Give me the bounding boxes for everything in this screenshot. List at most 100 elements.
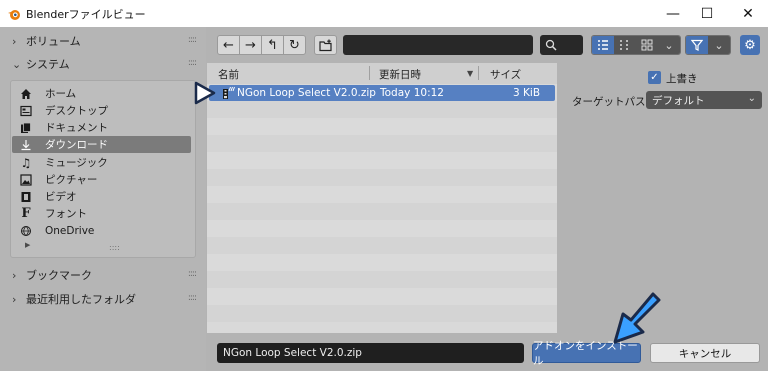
column-separator[interactable] — [478, 66, 479, 80]
file-name: NGon Loop Select V2.0.zip — [237, 87, 376, 99]
chevron-right-icon: › — [12, 292, 17, 306]
parent-directory-button[interactable]: ↰ — [261, 35, 284, 55]
recent-header[interactable]: › 最近利用したフォルダ :::: — [0, 288, 206, 310]
pictures-icon — [19, 173, 33, 187]
chevron-down-icon: ⌄ — [12, 57, 22, 71]
recent-label: 最近利用したフォルダ — [26, 293, 136, 306]
grip-icon[interactable]: :::: — [188, 35, 197, 45]
new-folder-button[interactable] — [314, 35, 337, 55]
sidebar-item-downloads[interactable]: ダウンロード — [12, 136, 191, 153]
expand-triangle-icon[interactable]: ▶ — [25, 241, 30, 249]
thumbnail-icon — [641, 39, 653, 51]
file-size: 3 KiB — [513, 87, 541, 99]
sidebar-item-label: ホーム — [45, 88, 77, 100]
column-date[interactable]: 更新日時 — [379, 67, 421, 82]
zip-file-icon — [223, 86, 235, 99]
file-list-header: 名前 更新日時 ▼ サイズ — [207, 63, 557, 84]
sidebar-item-fonts[interactable]: F フォント — [12, 205, 191, 222]
grip-icon[interactable]: :::: — [188, 293, 197, 303]
list-view-horizontal-button[interactable] — [614, 36, 636, 54]
sidebar-item-onedrive[interactable]: OneDrive — [12, 222, 191, 239]
annotation-arrow-down-left-icon — [613, 292, 661, 344]
forward-button[interactable]: → — [239, 35, 262, 55]
system-label: システム — [26, 58, 70, 71]
close-button[interactable]: ✕ — [728, 0, 768, 27]
filename-input[interactable]: NGon Loop Select V2.0.zip — [217, 343, 524, 363]
search-icon — [545, 39, 557, 51]
list-vertical-icon — [598, 40, 608, 50]
grip-icon[interactable]: :::: — [188, 269, 197, 279]
overwrite-label: 上書き — [666, 73, 698, 85]
grip-icon[interactable]: :::: — [188, 58, 197, 68]
file-row[interactable]: NGon Loop Select V2.0.zip Today 10:12 3 … — [209, 85, 555, 101]
column-size[interactable]: サイズ — [490, 67, 521, 82]
desktop-icon — [19, 104, 33, 118]
sidebar-item-label: ドキュメント — [45, 122, 108, 134]
refresh-button[interactable]: ↻ — [283, 35, 306, 55]
volumes-label: ボリューム — [26, 35, 81, 48]
file-date: Today 10:12 — [380, 87, 444, 99]
resize-grip-icon[interactable]: :::: — [109, 243, 120, 252]
sidebar-item-label: ダウンロード — [45, 139, 108, 151]
bookmarks-header[interactable]: › ブックマーク :::: — [0, 264, 206, 286]
window-title: Blenderファイルビュー — [26, 7, 146, 21]
back-button[interactable]: ← — [217, 35, 240, 55]
title-bar: Blenderファイルビュー — ☐ ✕ — [0, 0, 768, 27]
blender-logo-icon — [8, 9, 20, 20]
list-view-vertical-button[interactable] — [592, 36, 614, 54]
display-dropdown-button[interactable]: ⌄ — [658, 36, 680, 54]
filter-group: ⌄ — [685, 35, 731, 55]
sidebar-item-label: ピクチャー — [45, 174, 98, 186]
sort-descending-icon: ▼ — [467, 69, 474, 78]
column-name[interactable]: 名前 — [218, 67, 239, 82]
display-mode-group: ⌄ — [591, 35, 681, 55]
chevron-down-icon: ⌄ — [747, 93, 756, 104]
sidebar-item-label: フォント — [45, 208, 87, 220]
volumes-header[interactable]: › ボリューム :::: — [0, 30, 206, 52]
chevron-right-icon: › — [12, 34, 17, 48]
filter-dropdown-button[interactable]: ⌄ — [708, 36, 730, 54]
sidebar-item-desktop[interactable]: デスクトップ — [12, 102, 191, 119]
thumbnail-view-button[interactable] — [636, 36, 658, 54]
onedrive-icon — [19, 224, 33, 238]
chevron-right-icon: › — [12, 268, 17, 282]
home-icon — [19, 87, 33, 101]
sidebar-item-label: ミュージック — [45, 157, 108, 169]
annotation-arrow-right-icon — [194, 81, 216, 105]
settings-button[interactable]: ⚙ — [740, 35, 760, 55]
sidebar-item-documents[interactable]: ドキュメント — [12, 119, 191, 136]
bookmarks-label: ブックマーク — [26, 269, 92, 282]
filter-toggle-button[interactable] — [686, 36, 708, 54]
directory-path-input[interactable] — [343, 35, 533, 55]
fonts-icon: F — [21, 206, 31, 221]
system-panel: ホーム デスクトップ ドキュメント ダウンロード ♫ ミュージック ピクチャー … — [10, 80, 196, 258]
system-header[interactable]: ⌄ システム :::: — [0, 53, 206, 75]
maximize-button[interactable]: ☐ — [687, 0, 727, 27]
filter-icon — [691, 39, 703, 51]
sidebar-item-label: OneDrive — [45, 224, 95, 237]
music-icon: ♫ — [20, 155, 32, 170]
sidebar-item-label: デスクトップ — [45, 105, 108, 117]
sidebar: › ボリューム :::: ⌄ システム :::: ホーム デスクトップ ドキュメ… — [0, 27, 206, 371]
sidebar-item-label: ビデオ — [45, 191, 77, 203]
sidebar-item-music[interactable]: ♫ ミュージック — [12, 154, 191, 171]
target-path-label: ターゲットパス — [572, 96, 646, 108]
sidebar-item-home[interactable]: ホーム — [12, 85, 191, 102]
overwrite-checkbox[interactable]: ✓ — [648, 71, 661, 84]
gear-icon: ⚙ — [744, 37, 756, 53]
new-folder-icon — [318, 39, 332, 51]
cancel-button[interactable]: キャンセル — [650, 343, 760, 363]
search-input[interactable] — [540, 35, 583, 55]
chevron-down-icon: ⌄ — [664, 38, 674, 52]
target-path-value: デフォルト — [652, 94, 705, 107]
file-list: 名前 更新日時 ▼ サイズ NGon Loop Select V2.0.zip … — [207, 63, 557, 333]
video-icon — [19, 190, 33, 204]
download-icon — [19, 138, 33, 152]
sidebar-item-video[interactable]: ビデオ — [12, 188, 191, 205]
chevron-down-icon: ⌄ — [714, 38, 724, 52]
column-separator[interactable] — [369, 66, 370, 80]
sidebar-item-pictures[interactable]: ピクチャー — [12, 171, 191, 188]
list-horizontal-icon — [620, 40, 628, 50]
documents-icon — [19, 121, 33, 135]
target-path-select[interactable]: デフォルト ⌄ — [646, 91, 762, 109]
